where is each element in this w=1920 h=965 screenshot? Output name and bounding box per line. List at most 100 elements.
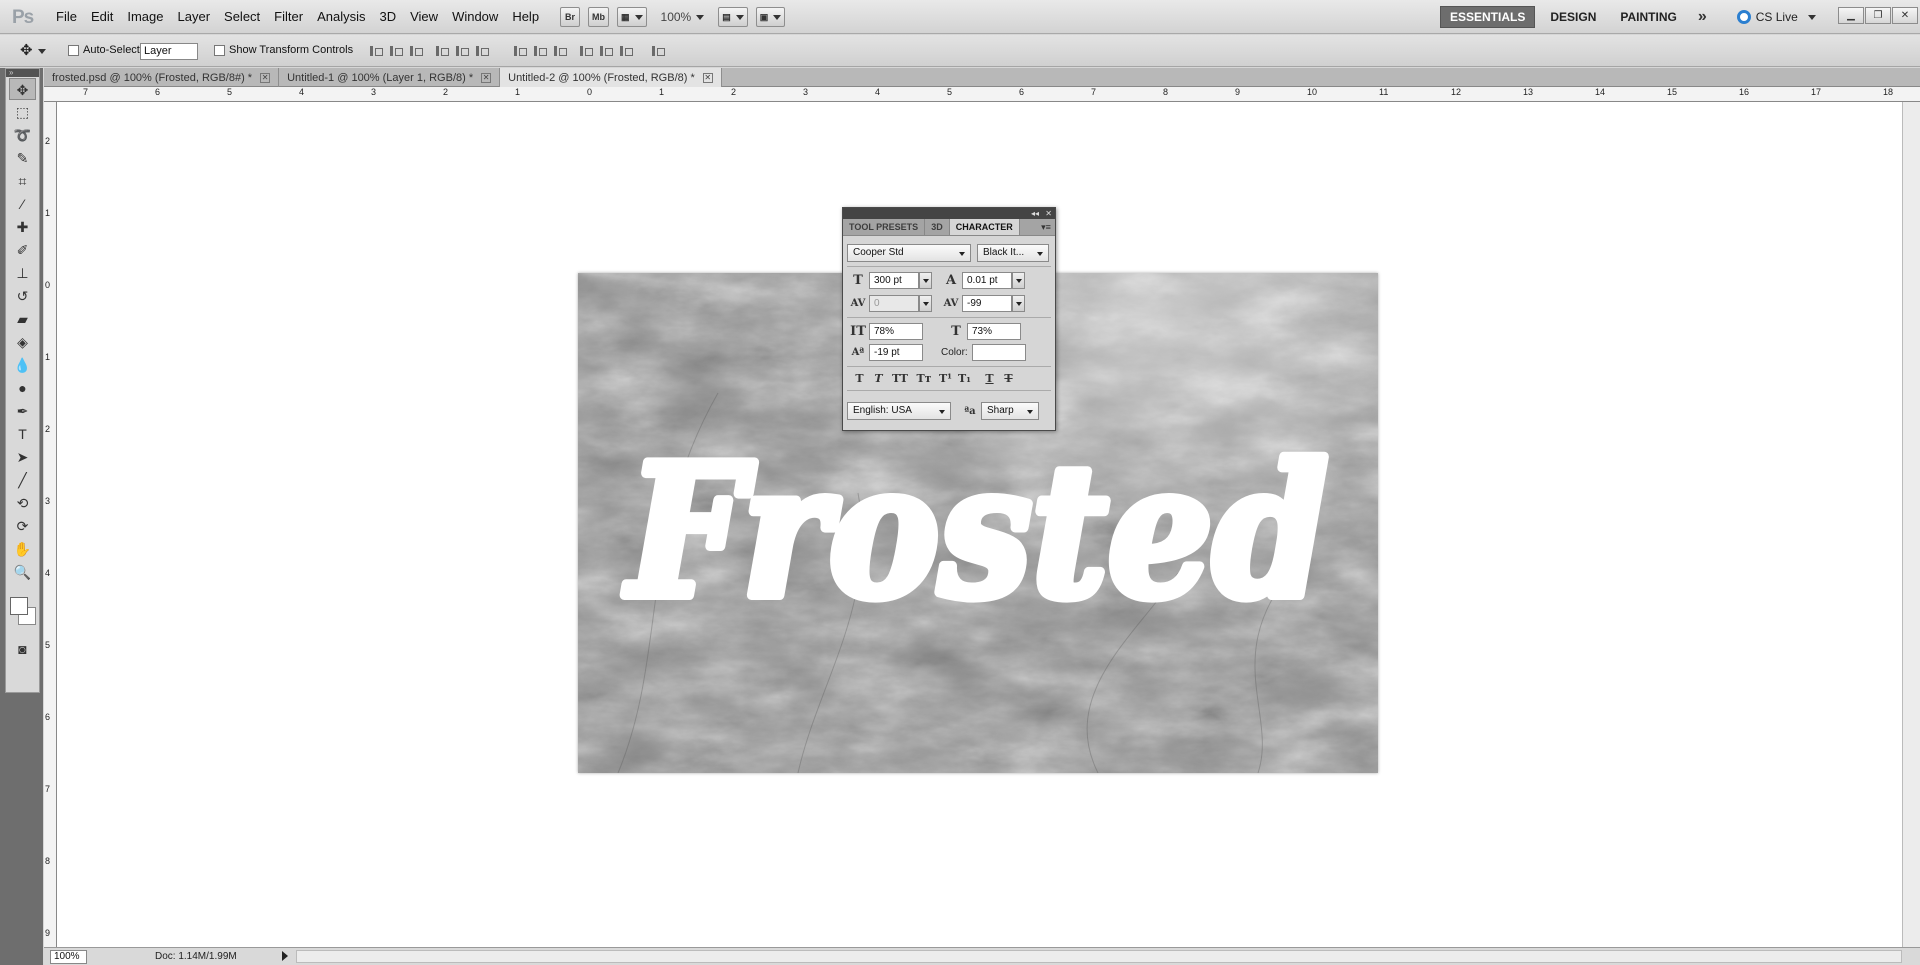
kerning-dropdown[interactable] xyxy=(919,295,932,312)
workspace-essentials[interactable]: ESSENTIALS xyxy=(1440,6,1536,28)
healing-brush-tool-icon[interactable]: ✚ xyxy=(9,216,36,238)
menu-image[interactable]: Image xyxy=(120,9,170,24)
distribute-center-icon[interactable] xyxy=(532,44,547,58)
arrange-documents-button[interactable]: ▤ xyxy=(718,7,748,27)
eyedropper-tool-icon[interactable]: ⁄ xyxy=(9,193,36,215)
vertical-ruler[interactable]: 2 1 0 1 2 3 4 5 6 7 8 9 xyxy=(44,102,57,947)
subscript-button[interactable]: T₁ xyxy=(958,372,971,385)
foreground-color-swatch[interactable] xyxy=(10,597,28,615)
align-vertical-center-icon[interactable] xyxy=(388,44,403,58)
hand-tool-icon[interactable]: ✋ xyxy=(9,538,36,560)
menu-help[interactable]: Help xyxy=(505,9,546,24)
quick-mask-icon[interactable]: ◙ xyxy=(9,638,36,660)
tracking-dropdown[interactable] xyxy=(1012,295,1025,312)
line-tool-icon[interactable]: ╱ xyxy=(9,469,36,491)
menu-3d[interactable]: 3D xyxy=(372,9,403,24)
close-icon[interactable]: ✕ xyxy=(1045,209,1052,218)
restore-icon[interactable]: ❐ xyxy=(1865,7,1891,24)
close-icon[interactable]: ✕ xyxy=(481,72,492,83)
distribute-bottom-icon[interactable] xyxy=(552,44,567,58)
strikethrough-button[interactable]: T xyxy=(1002,372,1015,385)
close-icon[interactable]: ✕ xyxy=(260,72,271,83)
history-brush-tool-icon[interactable]: ↺ xyxy=(9,285,36,307)
workspace-painting[interactable]: PAINTING xyxy=(1611,7,1685,27)
superscript-button[interactable]: T¹ xyxy=(939,372,952,385)
path-selection-tool-icon[interactable]: ➤ xyxy=(9,446,36,468)
kerning-field[interactable]: 0 xyxy=(869,295,919,312)
menu-filter[interactable]: Filter xyxy=(267,9,310,24)
status-menu-arrow-icon[interactable] xyxy=(282,951,288,961)
font-size-dropdown[interactable] xyxy=(919,272,932,289)
eraser-tool-icon[interactable]: ▰ xyxy=(9,308,36,330)
document-tab-active[interactable]: Untitled-2 @ 100% (Frosted, RGB/8) * ✕ xyxy=(500,68,722,87)
quick-selection-tool-icon[interactable]: ✎ xyxy=(9,147,36,169)
crop-tool-icon[interactable]: ⌗ xyxy=(9,170,36,192)
distribute-top-icon[interactable] xyxy=(512,44,527,58)
tab-character[interactable]: CHARACTER xyxy=(949,219,1020,235)
document-tab[interactable]: frosted.psd @ 100% (Frosted, RGB/8#) * ✕ xyxy=(44,68,280,87)
font-family-select[interactable]: Cooper Std xyxy=(847,244,971,262)
vertical-scrollbar[interactable] xyxy=(1902,102,1920,947)
tools-panel-collapse-icon[interactable]: » xyxy=(6,69,39,77)
underline-button[interactable]: T xyxy=(983,372,996,385)
font-size-field[interactable]: 300 pt xyxy=(869,272,919,289)
small-caps-button[interactable]: Tт xyxy=(915,372,933,385)
tab-tool-presets[interactable]: TOOL PRESETS xyxy=(843,219,926,235)
zoom-level-select[interactable]: 100% xyxy=(655,10,711,24)
distribute-left-icon[interactable] xyxy=(578,44,593,58)
faux-italic-button[interactable]: T xyxy=(872,372,885,385)
zoom-field[interactable]: 100% xyxy=(50,950,87,964)
move-tool-preset-icon[interactable]: ✥ xyxy=(20,41,46,59)
checkbox-box[interactable] xyxy=(68,44,79,56)
menu-edit[interactable]: Edit xyxy=(84,9,120,24)
panel-menu-icon[interactable]: ▾≡ xyxy=(1037,219,1055,235)
more-workspaces-icon[interactable]: » xyxy=(1692,8,1713,26)
menu-analysis[interactable]: Analysis xyxy=(310,9,372,24)
horizontal-ruler[interactable]: 7 6 5 4 3 2 1 0 1 2 3 4 5 6 7 8 9 10 11 12 13 14 15 16 17 18 xyxy=(44,87,1920,102)
align-left-icon[interactable] xyxy=(434,44,449,58)
close-icon[interactable]: ✕ xyxy=(1892,7,1918,24)
minimize-icon[interactable]: ▁ xyxy=(1838,7,1864,24)
launch-bridge-button[interactable]: Br xyxy=(560,7,580,27)
vertical-scale-field[interactable]: 78% xyxy=(869,323,923,340)
paint-bucket-tool-icon[interactable]: ◈ xyxy=(9,331,36,353)
lasso-tool-icon[interactable]: ➰ xyxy=(9,124,36,146)
auto-select-checkbox[interactable]: Auto-Select: xyxy=(68,44,143,56)
cs-live-button[interactable]: CS Live xyxy=(1736,10,1816,24)
zoom-tool-icon[interactable]: 🔍 xyxy=(9,561,36,583)
align-right-icon[interactable] xyxy=(474,44,489,58)
menu-file[interactable]: File xyxy=(49,9,84,24)
all-caps-button[interactable]: TT xyxy=(891,372,909,385)
antialias-select[interactable]: Sharp xyxy=(981,402,1039,420)
checkbox-box[interactable] xyxy=(214,44,225,56)
pen-tool-icon[interactable]: ✒ xyxy=(9,400,36,422)
clone-stamp-tool-icon[interactable]: ⊥ xyxy=(9,262,36,284)
leading-dropdown[interactable] xyxy=(1012,272,1025,289)
distribute-right-icon[interactable] xyxy=(618,44,633,58)
document-tab[interactable]: Untitled-1 @ 100% (Layer 1, RGB/8) * ✕ xyxy=(279,68,501,87)
align-bottom-icon[interactable] xyxy=(408,44,423,58)
show-transform-controls-checkbox[interactable]: Show Transform Controls xyxy=(214,44,353,56)
horizontal-scrollbar[interactable] xyxy=(296,950,1902,963)
panel-title-bar[interactable]: ◂◂ ✕ xyxy=(843,208,1055,219)
menu-layer[interactable]: Layer xyxy=(171,9,218,24)
type-tool-icon[interactable]: T xyxy=(9,423,36,445)
blur-tool-icon[interactable]: 💧 xyxy=(9,354,36,376)
view-extras-button[interactable]: ▦ xyxy=(617,7,647,27)
screen-mode-button[interactable]: ▣ xyxy=(755,7,786,27)
language-select[interactable]: English: USA xyxy=(847,402,951,420)
collapse-panel-icon[interactable]: ◂◂ xyxy=(1031,209,1039,218)
auto-align-layers-icon[interactable] xyxy=(650,44,665,58)
launch-mini-bridge-button[interactable]: Mb xyxy=(588,7,609,27)
close-icon[interactable]: ✕ xyxy=(702,72,713,83)
distribute-h-center-icon[interactable] xyxy=(598,44,613,58)
auto-select-target-select[interactable]: Layer xyxy=(140,43,198,60)
font-style-select[interactable]: Black It... xyxy=(977,244,1049,262)
menu-window[interactable]: Window xyxy=(445,9,505,24)
workspace-design[interactable]: DESIGN xyxy=(1541,7,1605,27)
dodge-tool-icon[interactable]: ● xyxy=(9,377,36,399)
tab-3d[interactable]: 3D xyxy=(925,219,950,235)
marquee-tool-icon[interactable]: ⬚ xyxy=(9,101,36,123)
3d-rotate-tool-icon[interactable]: ⟲ xyxy=(9,492,36,514)
baseline-shift-field[interactable]: -19 pt xyxy=(869,344,923,361)
